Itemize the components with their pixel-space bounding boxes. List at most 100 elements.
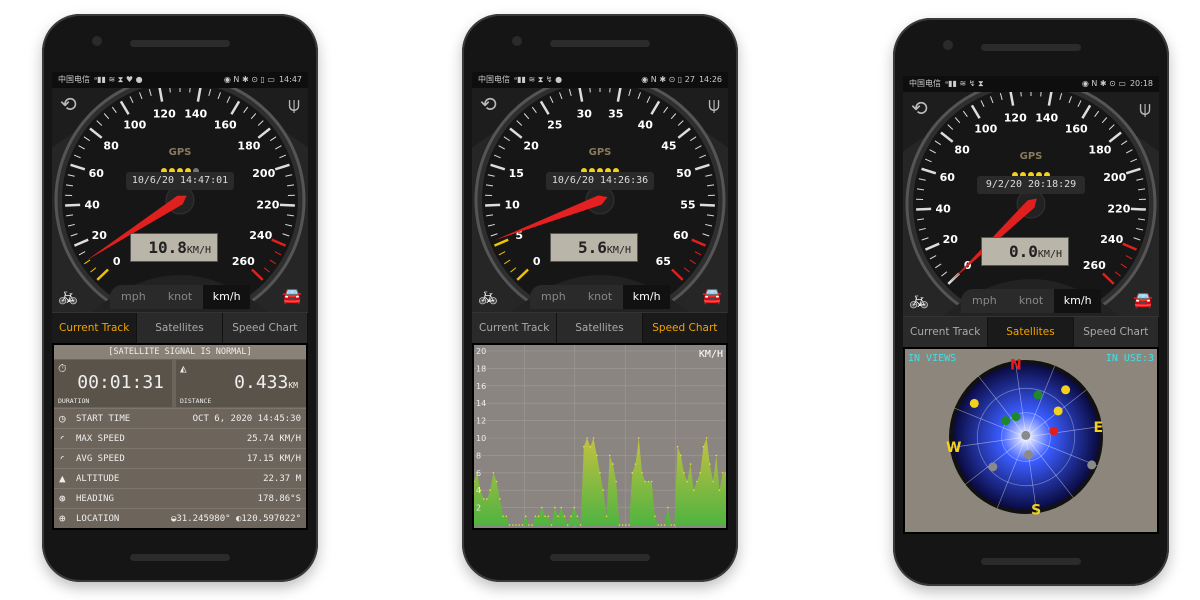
- satellite-marker: [988, 462, 998, 472]
- tab-speed-chart[interactable]: Speed Chart: [1073, 317, 1159, 347]
- phone-1: 中国电信 ᵃ▮▮ ≋ ⧗ ♥ ● ◉ N ✱ ⊙ ▯ ▭ 14:47 0 20 40 60 80…: [42, 14, 318, 582]
- phone-2: 中国电信 ᵃ▮▮ ≋ ⧗ ↯ ● ◉ N ✱ ⊙ ▯ 27 14:26 0 5 10 15 20…: [462, 14, 738, 582]
- tab-speed-chart[interactable]: Speed Chart: [222, 313, 308, 343]
- tab-speed-chart[interactable]: Speed Chart: [642, 313, 728, 343]
- speed-point: [579, 524, 582, 526]
- front-camera: [92, 36, 102, 46]
- speed-point: [699, 472, 701, 474]
- status-icons-left: ᵃ▮▮ ≋ ↯ ⧗: [945, 79, 984, 88]
- gps-location-button[interactable]: ⍦: [288, 94, 300, 114]
- speed-point: [486, 498, 488, 500]
- location-icon: ⊕: [59, 512, 66, 525]
- speed-point: [680, 454, 682, 457]
- speed-readout: 0.0KM/H: [981, 237, 1069, 266]
- satellite-marker: [1001, 416, 1011, 426]
- car-mode-button[interactable]: 🚘: [282, 286, 302, 306]
- dial-tick: [189, 88, 191, 93]
- bicycle-mode-button[interactable]: 🚲: [909, 290, 929, 310]
- car-mode-button[interactable]: 🚘: [702, 286, 722, 306]
- phone-3: 中国电信ᵃ▮▮ ≋ ↯ ⧗◉ N ✱ ⊙ ▭20:180204060801001…: [893, 18, 1169, 586]
- unit-option-kmh[interactable]: km/h: [1054, 289, 1102, 313]
- unit-option-mph[interactable]: mph: [530, 285, 577, 309]
- track-row-max-speed: ◜ MAX SPEED 25.74 KM/H: [54, 428, 306, 448]
- dial-tick-label: 30: [577, 107, 593, 120]
- satellite-marker: [1021, 430, 1031, 440]
- unit-option-mph[interactable]: mph: [110, 285, 157, 309]
- unit-selector: mph knot km/h: [110, 285, 251, 309]
- row-label: AVG SPEED: [76, 454, 125, 464]
- satellite-marker: [1087, 460, 1097, 470]
- speed-point: [705, 437, 708, 439]
- reset-button[interactable]: ⟲: [60, 94, 77, 114]
- speed-point: [634, 463, 637, 465]
- status-icons-right: ◉ N ✱ ⊙ ▭: [1081, 79, 1126, 88]
- speedometer-dial: 020406080100120140160180200220240260: [903, 92, 1159, 316]
- speed-point: [631, 472, 634, 474]
- speed-point: [612, 463, 614, 465]
- satellites-panel: N E S W IN VIEWS IN USE:3: [905, 349, 1157, 532]
- earpiece-speaker: [130, 40, 230, 47]
- dial-tick: [485, 203, 501, 207]
- tab-current-track[interactable]: Current Track: [52, 313, 138, 343]
- speed-point: [618, 524, 621, 526]
- speed-value: 5.6: [578, 238, 607, 257]
- reset-button[interactable]: ⟲: [480, 94, 497, 114]
- status-bar: 中国电信 ᵃ▮▮ ≋ ⧗ ↯ ● ◉ N ✱ ⊙ ▯ 27 14:26: [472, 72, 728, 88]
- tab-current-track[interactable]: Current Track: [903, 317, 989, 347]
- bicycle-mode-button[interactable]: 🚲: [58, 286, 78, 306]
- speed-point: [534, 515, 537, 518]
- unit-option-knot[interactable]: knot: [577, 285, 624, 309]
- y-tick-label: 14: [476, 399, 486, 408]
- gps-location-button[interactable]: ⍦: [1139, 98, 1151, 118]
- track-row-altitude: ▲ ALTITUDE 22.37 M: [54, 468, 306, 488]
- y-tick-label: 2: [476, 504, 481, 513]
- dial-tick-label: 35: [608, 107, 623, 120]
- status-right: ◉ N ✱ ⊙ ▯ 27 14:26: [641, 72, 722, 88]
- speed-point: [673, 524, 676, 526]
- satellite-marker: [1061, 385, 1071, 395]
- carrier-name: 中国电信: [478, 75, 510, 84]
- speed-point: [638, 437, 640, 439]
- row-value: 22.37 M: [263, 474, 301, 484]
- phone-screen: 中国电信ᵃ▮▮ ≋ ↯ ⧗◉ N ✱ ⊙ ▭20:180204060801001…: [903, 76, 1159, 534]
- row-value: 17.15 KM/H: [246, 454, 301, 464]
- gps-location-button[interactable]: ⍦: [708, 94, 720, 114]
- unit-option-mph[interactable]: mph: [961, 289, 1008, 313]
- unit-option-kmh[interactable]: km/h: [203, 285, 251, 309]
- reset-button[interactable]: ⟲: [911, 98, 928, 118]
- tab-satellites[interactable]: Satellites: [557, 313, 643, 343]
- speed-point: [722, 472, 724, 474]
- avg-speed-icon: ◜: [59, 452, 66, 465]
- dial-tick-label: 260: [232, 255, 255, 268]
- dial-tick-label: 120: [1004, 111, 1027, 124]
- speedometer-dial: 051015202530 35404550556065: [472, 88, 728, 312]
- tab-current-track[interactable]: Current Track: [472, 313, 558, 343]
- y-tick-label: 8: [476, 451, 481, 460]
- front-camera: [512, 36, 522, 46]
- speed-point: [596, 454, 598, 457]
- distance-unit: KM: [288, 381, 298, 390]
- unit-option-knot[interactable]: knot: [157, 285, 204, 309]
- bottom-speaker: [981, 558, 1081, 565]
- speedometer: 020406080100120140160180200220240260⟲⍦🚲🚘…: [52, 88, 308, 312]
- bicycle-mode-button[interactable]: 🚲: [478, 286, 498, 306]
- unit-option-knot[interactable]: knot: [1008, 289, 1055, 313]
- speed-point: [605, 515, 608, 518]
- unit-option-kmh[interactable]: km/h: [623, 285, 671, 309]
- tab-satellites[interactable]: Satellites: [988, 317, 1074, 347]
- dial-tick-label: 20: [943, 233, 959, 246]
- earpiece-speaker: [550, 40, 650, 47]
- speed-point: [524, 515, 527, 518]
- bottom-speaker: [130, 554, 230, 561]
- car-mode-button[interactable]: 🚘: [1133, 290, 1153, 310]
- row-value: ◒31.245980° ◐120.597022°: [170, 514, 301, 524]
- speed-point: [589, 445, 592, 448]
- y-tick-label: 4: [476, 486, 481, 495]
- speed-point: [541, 506, 543, 509]
- track-row-avg-speed: ◜ AVG SPEED 17.15 KM/H: [54, 448, 306, 468]
- speed-point: [499, 498, 501, 500]
- speed-point: [676, 445, 679, 448]
- tab-satellites[interactable]: Satellites: [137, 313, 223, 343]
- bottom-speaker: [550, 554, 650, 561]
- dial-tick-label: 240: [1100, 233, 1123, 246]
